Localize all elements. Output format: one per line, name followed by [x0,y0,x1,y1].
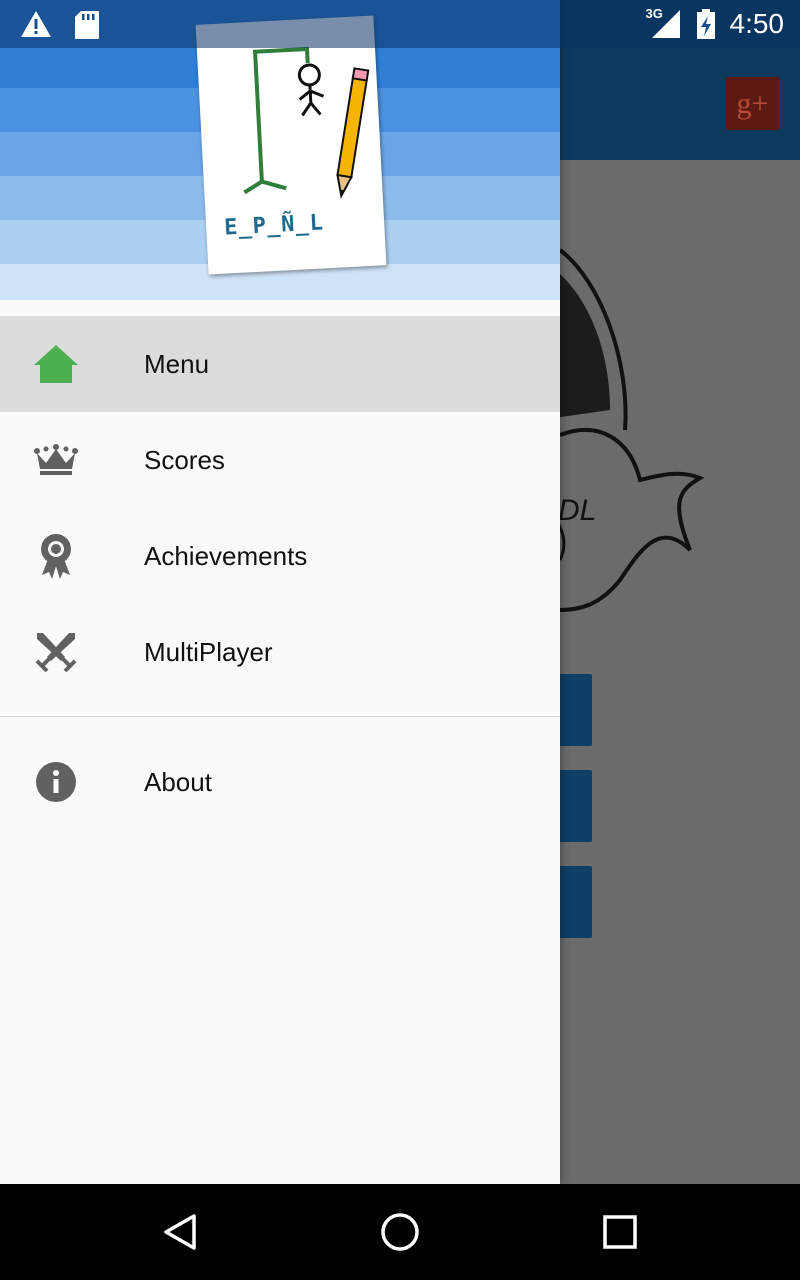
svg-text:DL: DL [558,494,596,527]
drawer-item-achievements[interactable]: Achievements [0,508,560,604]
drawer-item-menu[interactable]: Menu [0,316,560,412]
info-icon [32,758,80,806]
home-circle-icon[interactable] [380,1212,420,1252]
warning-icon [21,11,51,37]
drawer-item-label: Achievements [144,540,308,571]
system-nav-bar [0,1184,800,1280]
drawer-menu-list: Menu Scores Achievements MultiPlayer Abo… [0,316,560,831]
status-clock: 4:50 [729,8,785,39]
drawer-item-label: MultiPlayer [144,636,273,667]
network-type-label: 3G [645,6,663,21]
hangman-logo: E_P_Ñ_L [195,15,387,275]
drawer-item-label: Scores [144,444,225,475]
mascot-illustration: DL [540,248,705,612]
crown-icon [32,436,80,484]
navigation-drawer: E_P_Ñ_L Menu Scores Achievements MultiPl… [0,0,560,1184]
drawer-item-scores[interactable]: Scores [0,412,560,508]
home-icon [32,340,80,388]
sd-card-icon [75,11,99,39]
drawer-item-about[interactable]: About [0,733,560,831]
drawer-item-label: Menu [144,348,210,379]
drawer-item-multiplayer[interactable]: MultiPlayer [0,604,560,700]
logo-word: E_P_Ñ_L [223,210,325,241]
drawer-divider [0,716,560,717]
drawer-item-label: About [144,766,212,797]
recents-icon[interactable] [600,1212,640,1252]
google-plus-button[interactable]: g+ [726,77,779,130]
award-icon [32,532,80,580]
crossed-swords-icon [32,628,80,676]
battery-charging-icon [696,9,715,39]
status-bar: 3G 4:50 [0,0,800,48]
back-icon[interactable] [160,1212,200,1252]
